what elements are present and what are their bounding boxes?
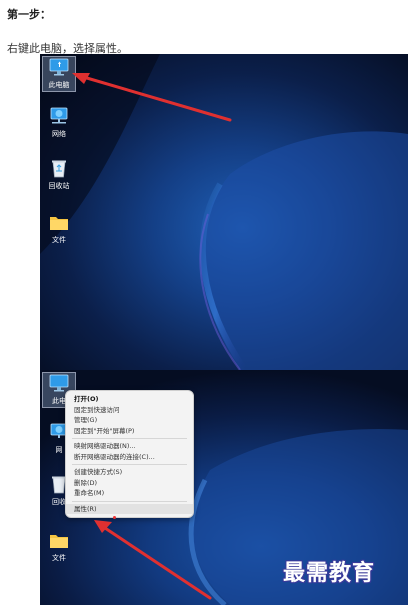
watermark: 最需教育 [283,560,376,586]
context-menu: 打开(O) 固定到快速访问 管理(G) 固定到"开始"屏幕(P) 映射网络驱动器… [65,390,194,518]
desktop-screenshot-2: 此电 网 回收 文件 打开(O) 固定到快速访问 管理(G) 固定到"开始"屏幕… [40,370,408,605]
menu-separator [72,464,187,465]
menu-separator [72,438,187,439]
folder-icon [50,217,68,230]
folder-icon [50,535,68,548]
recycle-bin-icon [52,160,66,178]
desktop-icon-label: 网络 [52,130,66,138]
desktop-wallpaper [40,54,408,370]
desktop-screenshot-1: 此电脑 网络 回收站 文件 [40,54,408,370]
desktop-icon-label: 文件 [52,554,66,562]
menu-item-pin-quick-access[interactable]: 固定到快速访问 [66,405,193,416]
network-icon [50,107,68,124]
menu-item-map-drive[interactable]: 映射网络驱动器(N)... [66,441,193,452]
desktop-icon-recycle-bin[interactable]: 回收站 [43,158,75,191]
menu-item-properties[interactable]: 属性(R) [66,503,193,514]
desktop-icon-label: 文件 [52,236,66,244]
computer-icon [49,58,69,76]
step-title: 第一步： [7,8,51,21]
desktop-icon-this-pc[interactable]: 此电脑 [42,56,76,92]
menu-item-open[interactable]: 打开(O) [66,394,193,405]
menu-item-rename[interactable]: 重命名(M) [66,488,193,499]
menu-item-create-shortcut[interactable]: 创建快捷方式(S) [66,467,193,478]
menu-item-pin-start[interactable]: 固定到"开始"屏幕(P) [66,426,193,437]
desktop-icon-network[interactable]: 网络 [43,106,75,139]
menu-item-disconnect-drive[interactable]: 断开网络驱动器的连接(C)... [66,452,193,463]
desktop-icon-label: 回收站 [48,182,70,190]
menu-separator [72,500,187,502]
desktop-icon-folder[interactable]: 文件 [43,530,75,563]
red-dot-marker [113,516,116,519]
desktop-icon-folder[interactable]: 文件 [43,212,75,245]
menu-item-manage[interactable]: 管理(G) [66,415,193,426]
menu-item-delete[interactable]: 删除(D) [66,478,193,489]
desktop-icon-label: 此电脑 [48,81,70,89]
